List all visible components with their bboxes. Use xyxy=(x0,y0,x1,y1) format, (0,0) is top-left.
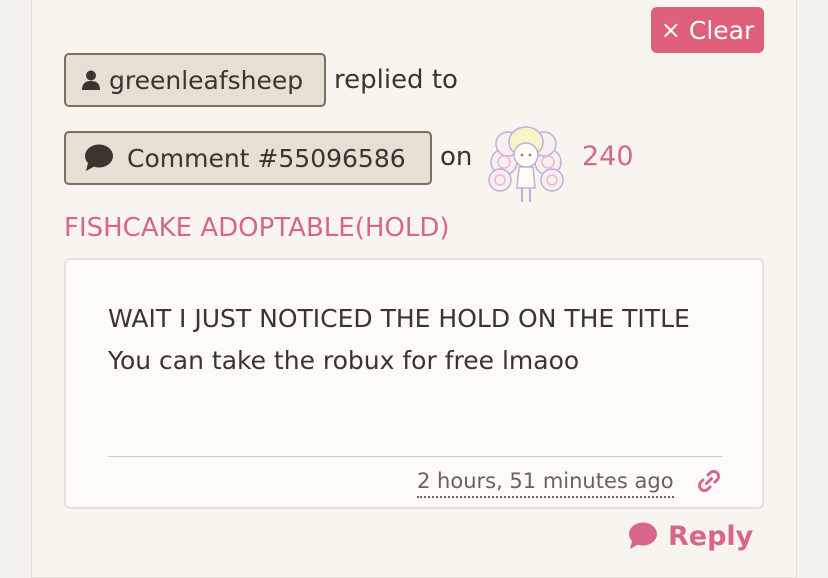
comment-card: WAIT I JUST NOTICED THE HOLD ON THE TITL… xyxy=(64,258,764,509)
replied-to-text: replied to xyxy=(334,65,458,95)
reply-button[interactable]: Reply xyxy=(628,514,753,558)
on-text: on xyxy=(440,142,473,172)
comment-bubble-icon xyxy=(84,144,114,172)
comment-link-button[interactable]: Comment #55096586 xyxy=(64,131,432,185)
user-icon xyxy=(82,70,100,90)
reply-bubble-icon xyxy=(628,522,658,550)
user-profile-button[interactable]: greenleafsheep xyxy=(64,53,326,107)
username: greenleafsheep xyxy=(109,65,304,95)
close-icon: × xyxy=(660,16,681,44)
reply-label: Reply xyxy=(668,520,754,552)
link-icon[interactable] xyxy=(694,466,724,496)
comment-body: WAIT I JUST NOTICED THE HOLD ON THE TITL… xyxy=(108,304,690,375)
comment-divider xyxy=(108,456,722,457)
listing-title-link[interactable]: FISHCAKE ADOPTABLE(HOLD) xyxy=(64,208,450,248)
listing-count: 240 xyxy=(582,141,634,172)
comment-label: Comment #55096586 xyxy=(127,143,406,173)
clear-label: Clear xyxy=(688,15,755,45)
listing-thumbnail[interactable] xyxy=(482,122,570,208)
clear-button[interactable]: × Clear xyxy=(651,7,764,53)
comment-timestamp[interactable]: 2 hours, 51 minutes ago xyxy=(417,466,674,498)
